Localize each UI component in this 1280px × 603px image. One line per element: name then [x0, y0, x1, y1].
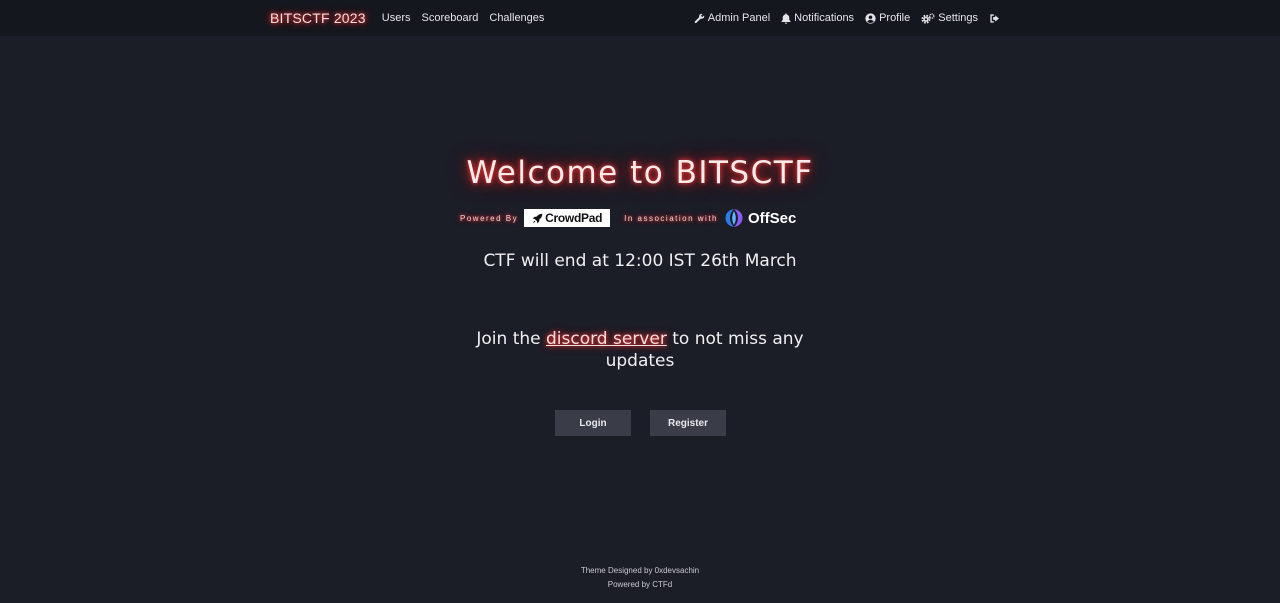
- ctf-end-time: CTF will end at 12:00 IST 26th March: [483, 251, 797, 271]
- login-button[interactable]: Login: [555, 410, 631, 436]
- footer: Theme Designed by 0xdevsachin Powered by…: [0, 564, 1280, 592]
- offsec-logo: OffSec: [724, 208, 796, 228]
- nav-settings-label: Settings: [938, 12, 978, 24]
- sponsors-row: Powered By CrowdPad In association with …: [460, 207, 796, 229]
- ctfd-credit[interactable]: Powered by CTFd: [0, 578, 1280, 592]
- user-circle-icon: [865, 12, 876, 24]
- nav-admin-label: Admin Panel: [707, 12, 771, 24]
- nav-challenges[interactable]: Challenges: [489, 12, 544, 24]
- nav-notifications-label: Notifications: [794, 12, 855, 24]
- join-prefix: Join the: [476, 329, 546, 349]
- navbar-right: Admin Panel Notifications Profile Settin…: [683, 12, 1003, 24]
- bell-icon: [781, 12, 791, 24]
- hero-section: Welcome to BITSCTF: [0, 155, 1280, 191]
- discord-announcement: Join the discord server to not miss any …: [470, 328, 810, 372]
- crowdpad-name: CrowdPad: [545, 211, 603, 225]
- powered-by-label: Powered By: [460, 213, 519, 223]
- nav-users[interactable]: Users: [382, 12, 411, 24]
- navbar-inner: BITSCTF 2023 Users Scoreboard Challenges…: [270, 0, 1003, 36]
- association-label: In association with: [624, 213, 719, 223]
- nav-admin-panel[interactable]: Admin Panel: [694, 12, 770, 24]
- nav-logout[interactable]: [989, 13, 1003, 24]
- register-button[interactable]: Register: [650, 410, 726, 436]
- nav-notifications[interactable]: Notifications: [781, 12, 854, 24]
- cogs-icon: [921, 12, 935, 24]
- nav-profile[interactable]: Profile: [865, 12, 910, 24]
- nav-profile-label: Profile: [879, 12, 911, 24]
- brand-link[interactable]: BITSCTF 2023: [270, 10, 366, 26]
- discord-server-link[interactable]: discord server: [546, 329, 667, 349]
- wrench-icon: [694, 13, 705, 23]
- nav-scoreboard[interactable]: Scoreboard: [422, 12, 479, 24]
- offsec-name: OffSec: [748, 209, 797, 227]
- rocket-icon: [532, 213, 543, 223]
- crowdpad-logo: CrowdPad: [524, 209, 611, 227]
- theme-credit: Theme Designed by 0xdevsachin: [580, 566, 700, 575]
- nav-settings[interactable]: Settings: [921, 12, 978, 24]
- page-title: Welcome to BITSCTF: [466, 155, 814, 191]
- logout-icon: [990, 13, 999, 23]
- offsec-emblem-icon: [725, 209, 743, 227]
- navbar-left: BITSCTF 2023 Users Scoreboard Challenges: [270, 10, 555, 26]
- top-navbar: BITSCTF 2023 Users Scoreboard Challenges…: [0, 0, 1280, 36]
